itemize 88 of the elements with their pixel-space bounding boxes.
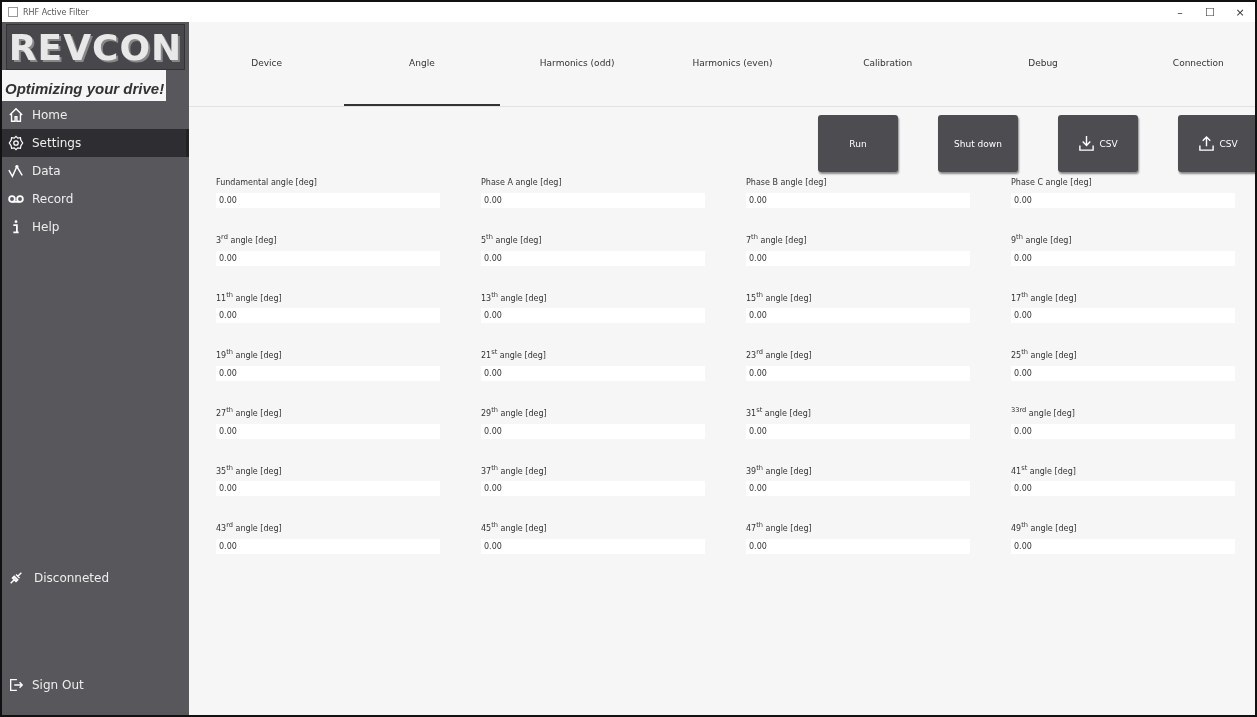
- angle-field[interactable]: 0.00: [481, 365, 705, 381]
- tab[interactable]: Angle: [344, 22, 500, 106]
- sidebar-item[interactable]: Home: [2, 101, 189, 129]
- field-label: Fundamental angle [deg]: [216, 178, 318, 187]
- action-button[interactable]: CSV: [1178, 115, 1255, 172]
- angle-field[interactable]: 0.00: [216, 423, 440, 439]
- tab[interactable]: Harmonics (even): [654, 22, 811, 106]
- field-label: Phase A angle [deg]: [481, 178, 563, 187]
- field-label: 37$^{th}$ angle [deg]: [481, 463, 548, 476]
- angle-field[interactable]: 0.00: [1011, 481, 1235, 497]
- field-label: 25$^{th}$ angle [deg]: [1011, 348, 1078, 360]
- angle-field[interactable]: 0.00: [216, 193, 440, 208]
- angle-field[interactable]: 0.00: [481, 423, 705, 439]
- home-icon: [8, 107, 24, 123]
- angle-field[interactable]: 0.00: [1011, 538, 1235, 554]
- field-label: 5$^{th}$ angle [deg]: [481, 233, 543, 245]
- tab[interactable]: Harmonics (odd): [499, 22, 655, 106]
- graph-icon: [8, 163, 24, 179]
- angle-field[interactable]: 0.00: [216, 250, 440, 266]
- field-label: Phase C angle [deg]: [1011, 178, 1093, 187]
- field-label: 45$^{th}$ angle [deg]: [481, 521, 548, 533]
- angle-field[interactable]: 0.00: [216, 481, 440, 497]
- sidebar-item[interactable]: Settings: [2, 129, 189, 157]
- angle-field[interactable]: 0.00: [746, 193, 970, 208]
- tagline: Optimizing your drive!: [2, 70, 167, 101]
- field-label: 11$^{th}$ angle [deg]: [216, 290, 283, 303]
- upload-icon: [1198, 135, 1216, 152]
- sidebar-item[interactable]: Data: [2, 157, 189, 185]
- angle-field[interactable]: 0.00: [481, 250, 705, 266]
- sidebar-item[interactable]: Help: [2, 213, 189, 241]
- field-label: 49$^{th}$ angle [deg]: [1011, 521, 1078, 533]
- tab[interactable]: Connection: [1120, 22, 1255, 106]
- angle-field[interactable]: 0.00: [481, 193, 705, 208]
- angle-field[interactable]: 0.00: [1011, 308, 1235, 324]
- angle-field[interactable]: 0.00: [216, 308, 440, 324]
- download-icon: [1078, 135, 1096, 152]
- window-title: RHF Active Filter: [23, 7, 89, 17]
- action-button[interactable]: Run: [818, 115, 898, 172]
- angle-field[interactable]: 0.00: [746, 481, 970, 497]
- field-label: 21$^{st}$ angle [deg]: [481, 348, 547, 360]
- tab[interactable]: Device: [189, 22, 345, 106]
- field-label: 41$^{st}$ angle [deg]: [1011, 463, 1077, 476]
- sign-out-button[interactable]: Sign Out: [2, 671, 189, 699]
- window-control[interactable]: ×: [1225, 5, 1255, 19]
- angle-field[interactable]: 0.00: [481, 538, 705, 554]
- field-label: 43$^{rd}$ angle [deg]: [216, 521, 283, 533]
- angle-field[interactable]: 0.00: [746, 308, 970, 324]
- field-label: $^{33rd}$ angle [deg]: [1011, 405, 1076, 418]
- field-label: 15$^{th}$ angle [deg]: [746, 290, 813, 303]
- field-label: 7$^{th}$ angle [deg]: [746, 233, 808, 245]
- gear-icon: [8, 135, 24, 151]
- sidebar-item[interactable]: Record: [2, 185, 189, 213]
- field-label: 9$^{th}$ angle [deg]: [1011, 233, 1073, 245]
- logo: REVCON: [6, 24, 185, 70]
- field-label: 13$^{th}$ angle [deg]: [481, 290, 548, 303]
- sign-out-icon: [8, 677, 24, 693]
- field-label: 39$^{th}$ angle [deg]: [746, 463, 813, 476]
- angle-field[interactable]: 0.00: [746, 250, 970, 266]
- angle-field[interactable]: 0.00: [1011, 193, 1235, 208]
- angle-field[interactable]: 0.00: [746, 538, 970, 554]
- angle-field[interactable]: 0.00: [1011, 423, 1235, 439]
- window-control[interactable]: ☐: [1195, 5, 1225, 19]
- action-button[interactable]: Shut down: [938, 115, 1018, 172]
- field-label: 23$^{rd}$ angle [deg]: [746, 348, 813, 360]
- angle-field[interactable]: 0.00: [1011, 250, 1235, 266]
- tab[interactable]: Debug: [965, 22, 1121, 106]
- window-control[interactable]: –: [1165, 5, 1195, 19]
- field-label: 17$^{th}$ angle [deg]: [1011, 290, 1078, 303]
- field-label: 3$^{rd}$ angle [deg]: [216, 233, 278, 245]
- angle-field[interactable]: 0.00: [746, 365, 970, 381]
- field-label: 19$^{th}$ angle [deg]: [216, 348, 283, 360]
- app-icon: [8, 7, 18, 17]
- angle-field[interactable]: 0.00: [216, 538, 440, 554]
- field-label: 29$^{th}$ angle [deg]: [481, 405, 548, 418]
- plug-icon: [8, 570, 24, 586]
- angle-field[interactable]: 0.00: [746, 423, 970, 439]
- field-label: 47$^{th}$ angle [deg]: [746, 521, 813, 533]
- tab[interactable]: Calibration: [810, 22, 966, 106]
- field-label: 27$^{th}$ angle [deg]: [216, 405, 283, 418]
- field-label: Phase B angle [deg]: [746, 178, 828, 187]
- field-label: 31$^{st}$ angle [deg]: [746, 405, 812, 418]
- angle-field[interactable]: 0.00: [216, 365, 440, 381]
- angle-field[interactable]: 0.00: [481, 481, 705, 497]
- action-button[interactable]: CSV: [1058, 115, 1138, 172]
- angle-field[interactable]: 0.00: [481, 308, 705, 324]
- connection-status: Disconneted: [34, 571, 110, 585]
- angle-field[interactable]: 0.00: [1011, 365, 1235, 381]
- field-label: 35$^{th}$ angle [deg]: [216, 463, 283, 476]
